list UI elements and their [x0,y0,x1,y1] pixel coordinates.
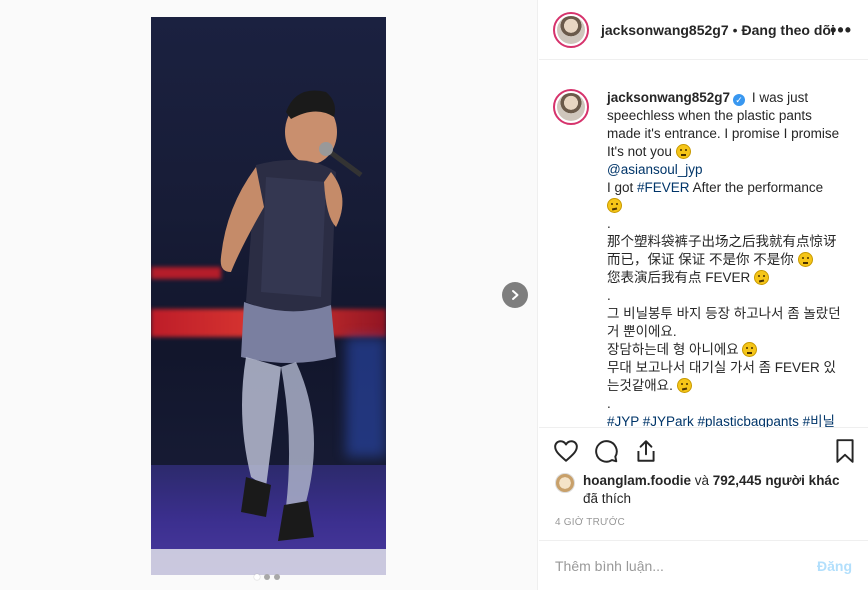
media-pane [0,0,538,590]
carousel-indicator [254,574,280,580]
bookmark-icon[interactable] [832,438,858,464]
avatar[interactable] [553,11,589,48]
caption-dot: . [607,216,611,231]
caption-line: 무대 보고나서 대기실 가서 좀 FEVER 있는것같애요. [607,360,836,393]
avatar[interactable] [555,473,575,493]
more-options-button[interactable]: ••• [830,20,852,41]
likes-text: hoanglam.foodie và 792,445 người khác đã… [583,472,863,508]
mention-link[interactable]: @asiansoul_jyp [607,162,703,177]
author-username[interactable]: jacksonwang852g7 [601,22,729,38]
avatar[interactable] [553,89,589,125]
comment-form: Đăng [539,540,868,590]
caption-username[interactable]: jacksonwang852g7 [607,90,730,105]
smirk-emoji-icon [607,198,622,213]
neutral-face-emoji-icon [797,252,813,267]
caption-text: jacksonwang852g7 ✓ I was just speechless … [607,89,847,427]
smirk-emoji-icon [754,270,770,285]
next-slide-button[interactable] [502,282,528,308]
caption-line: I got [607,180,638,195]
comment-icon[interactable] [593,438,619,464]
caption-dot: . [607,288,611,303]
hashtag-link[interactable]: #FEVER [637,180,690,195]
heart-icon[interactable] [553,438,579,464]
post-video[interactable] [151,17,386,575]
chevron-right-icon [512,290,519,300]
caption-line: 그 비닐봉투 바지 등장 하고나서 좀 놀랐던거 뿐이에요. [607,306,841,339]
likes-summary: hoanglam.foodie và 792,445 người khác đã… [555,472,863,508]
performer-figure [220,90,363,541]
carousel-dot [274,574,280,580]
caption-line: After the performance [689,180,824,195]
caption-line: 장담하는데 형 아니에요 [607,342,739,357]
action-bar [553,438,659,464]
carousel-dot-active [254,574,260,580]
caption-line: 您表演后我有点 FEVER [607,270,751,285]
follow-status-button[interactable]: Đang theo dõi [742,22,835,38]
likes-suffix: đã thích [583,491,632,506]
post-timestamp[interactable]: 4 GIỜ TRƯỚC [555,517,625,528]
smirk-emoji-icon [676,378,692,393]
caption-dot: . [607,396,611,411]
liker-username[interactable]: hoanglam.foodie [583,473,691,488]
header-separator: • [732,21,738,38]
comment-input[interactable] [555,557,817,574]
post-comment-button[interactable]: Đăng [817,558,852,574]
carousel-dot [264,574,270,580]
caption-row: jacksonwang852g7 ✓ I was just speechless … [553,89,852,427]
post-sidebar: jacksonwang852g7 • Đang theo dõi ••• jac… [539,0,868,590]
post-header: jacksonwang852g7 • Đang theo dõi ••• [539,0,868,60]
verified-icon: ✓ [733,94,746,106]
post-actions-section: hoanglam.foodie và 792,445 người khác đã… [539,427,868,540]
likes-connector: và [691,473,713,488]
hashtags-link[interactable]: #JYP #JYPark #plasticbagpants #비닐 [607,414,835,427]
comments-area[interactable]: jacksonwang852g7 ✓ I was just speechless … [539,61,868,427]
share-icon[interactable] [633,438,659,464]
neutral-face-emoji-icon [742,342,758,357]
neutral-face-emoji-icon [675,144,691,159]
likes-count[interactable]: 792,445 người khác [713,473,840,488]
